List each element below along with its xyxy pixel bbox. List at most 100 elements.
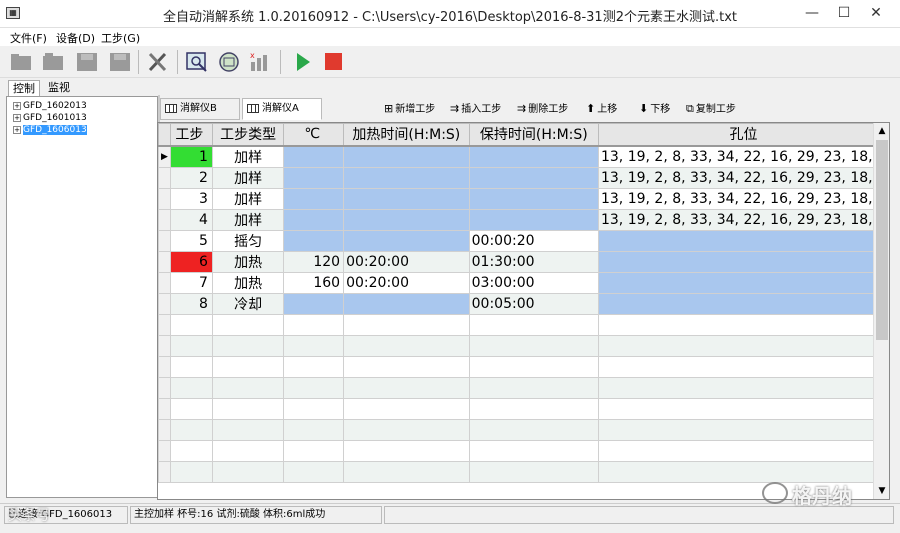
tab-control[interactable]: 控制	[8, 80, 40, 96]
cell-temperature[interactable]	[283, 334, 345, 357]
cell-heat-time[interactable]	[343, 145, 470, 168]
save-as-icon[interactable]	[107, 50, 133, 74]
delete-step-button[interactable]: ⇉ 删除工步	[517, 102, 568, 118]
table-row[interactable]: 6 加热 120 00:20:00 01:30:00	[158, 250, 889, 273]
row-selector[interactable]	[158, 355, 171, 378]
cell-positions[interactable]	[597, 418, 889, 441]
row-selector[interactable]	[158, 397, 171, 420]
scroll-down-icon[interactable]: ▼	[874, 483, 890, 499]
network-icon[interactable]	[216, 50, 242, 74]
row-selector[interactable]	[158, 166, 171, 189]
cell-positions[interactable]: 13, 19, 2, 8, 33, 34, 22, 16, 29, 23, 18…	[597, 208, 889, 231]
table-row[interactable]	[158, 334, 889, 357]
tools-icon[interactable]	[145, 50, 171, 74]
cell-hold-time[interactable]	[468, 187, 599, 210]
table-row[interactable]: 8 冷却 00:05:00	[158, 292, 889, 315]
row-selector[interactable]	[158, 460, 171, 483]
run-icon[interactable]	[290, 50, 316, 74]
cell-step-type[interactable]: 加样	[211, 187, 285, 210]
cell-heat-time[interactable]	[343, 208, 470, 231]
table-row[interactable]: 5 摇匀 00:00:20	[158, 229, 889, 252]
cell-heat-time[interactable]	[343, 397, 470, 420]
cell-step[interactable]	[169, 439, 213, 462]
table-row[interactable]	[158, 355, 889, 378]
cell-heat-time[interactable]	[343, 229, 470, 252]
cell-positions[interactable]: 13, 19, 2, 8, 33, 34, 22, 16, 29, 23, 18…	[597, 166, 889, 189]
cell-temperature[interactable]	[283, 439, 345, 462]
cell-step[interactable]	[169, 397, 213, 420]
cell-hold-time[interactable]	[468, 439, 599, 462]
cell-hold-time[interactable]	[468, 313, 599, 336]
row-selector[interactable]	[158, 208, 171, 231]
cell-hold-time[interactable]: 01:30:00	[468, 250, 599, 273]
cell-heat-time[interactable]	[343, 355, 470, 378]
tree-expander[interactable]: +	[13, 101, 21, 110]
cell-step[interactable]: 8	[169, 292, 213, 315]
cell-step[interactable]	[169, 460, 213, 483]
cell-step[interactable]	[169, 334, 213, 357]
table-row[interactable]	[158, 313, 889, 336]
stop-icon[interactable]	[320, 50, 346, 74]
table-row[interactable]: 4 加样 13, 19, 2, 8, 33, 34, 22, 16, 29, 23,…	[158, 208, 889, 231]
cell-hold-time[interactable]	[468, 166, 599, 189]
cell-positions[interactable]	[597, 460, 889, 483]
menu-file[interactable]: 文件(F)	[10, 30, 47, 46]
cell-heat-time[interactable]	[343, 376, 470, 399]
cell-positions[interactable]	[597, 229, 889, 252]
cell-step-type[interactable]	[211, 397, 285, 420]
cell-temperature[interactable]	[283, 418, 345, 441]
cell-step-type[interactable]: 加样	[211, 166, 285, 189]
cell-step-type[interactable]	[211, 418, 285, 441]
cell-positions[interactable]	[597, 397, 889, 420]
cell-heat-time[interactable]: 00:20:00	[343, 250, 470, 273]
cell-heat-time[interactable]	[343, 418, 470, 441]
cell-hold-time[interactable]	[468, 355, 599, 378]
row-selector[interactable]	[158, 418, 171, 441]
cell-step[interactable]	[169, 418, 213, 441]
cell-step[interactable]	[169, 313, 213, 336]
cell-step-type[interactable]	[211, 439, 285, 462]
cell-temperature[interactable]	[283, 313, 345, 336]
cell-positions[interactable]	[597, 439, 889, 462]
table-row[interactable]	[158, 397, 889, 420]
cell-step[interactable]	[169, 376, 213, 399]
tree-expander[interactable]: +	[13, 113, 21, 122]
header-step-type[interactable]: 工步类型	[211, 123, 285, 147]
table-row[interactable]: 2 加样 13, 19, 2, 8, 33, 34, 22, 16, 29, 23,…	[158, 166, 889, 189]
table-row[interactable]: ▶ 1 加样 13, 19, 2, 8, 33, 34, 22, 16, 29, 23…	[158, 145, 889, 168]
cell-heat-time[interactable]	[343, 187, 470, 210]
insert-step-button[interactable]: ⇉ 插入工步	[450, 102, 501, 118]
cell-temperature[interactable]	[283, 229, 345, 252]
cell-temperature[interactable]: 120	[283, 250, 345, 273]
header-temperature[interactable]: ℃	[283, 123, 345, 147]
cell-step[interactable]: 6	[169, 250, 213, 273]
vertical-scrollbar[interactable]: ▲ ▼	[873, 123, 889, 499]
row-selector[interactable]	[158, 229, 171, 252]
cell-positions[interactable]	[597, 271, 889, 294]
cell-temperature[interactable]	[283, 292, 345, 315]
tree-item[interactable]: + GFD_1601013	[13, 113, 87, 124]
table-row[interactable]	[158, 418, 889, 441]
row-selector[interactable]	[158, 292, 171, 315]
level-icon[interactable]: x	[247, 50, 273, 74]
header-positions[interactable]: 孔位	[597, 123, 889, 147]
cell-temperature[interactable]	[283, 145, 345, 168]
row-selector[interactable]	[158, 187, 171, 210]
cell-positions[interactable]	[597, 376, 889, 399]
cell-positions[interactable]	[597, 250, 889, 273]
cell-step[interactable]	[169, 355, 213, 378]
row-selector[interactable]	[158, 250, 171, 273]
cell-step-type[interactable]	[211, 355, 285, 378]
cell-step-type[interactable]: 冷却	[211, 292, 285, 315]
header-heat-time[interactable]: 加热时间(H:M:S)	[343, 123, 470, 147]
cell-positions[interactable]: 13, 19, 2, 8, 33, 34, 22, 16, 29, 23, 18…	[597, 187, 889, 210]
cell-heat-time[interactable]	[343, 460, 470, 483]
cell-temperature[interactable]	[283, 460, 345, 483]
cell-hold-time[interactable]	[468, 460, 599, 483]
new-icon[interactable]	[8, 50, 34, 74]
move-down-button[interactable]: ⬇ 下移	[639, 102, 670, 118]
row-selector[interactable]	[158, 334, 171, 357]
cell-heat-time[interactable]	[343, 439, 470, 462]
cell-positions[interactable]: 13, 19, 2, 8, 33, 34, 22, 16, 29, 23, 18…	[597, 145, 889, 168]
tree-expander[interactable]: +	[13, 125, 21, 134]
